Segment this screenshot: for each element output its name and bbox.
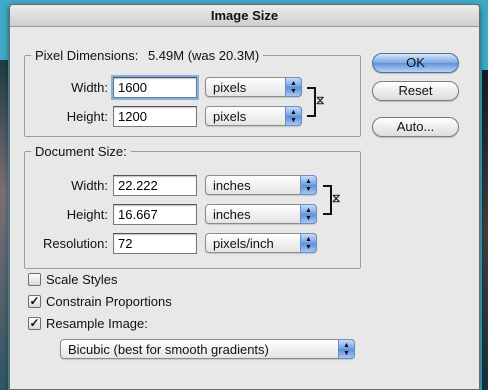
scale-styles-checkbox[interactable] (28, 273, 41, 286)
resample-method-value: Bicubic (best for smooth gradients) (68, 342, 269, 357)
image-size-dialog: Image Size Pixel Dimensions: 5.49M (was … (9, 4, 480, 390)
chain-link-icon: ⧖ (316, 93, 325, 107)
pixel-height-unit-select[interactable]: pixels ▲ ▼ (205, 106, 302, 126)
document-width-field[interactable] (113, 175, 197, 196)
updown-arrows-icon: ▲ ▼ (338, 339, 355, 359)
document-link-bracket (323, 185, 332, 215)
resolution-unit-select[interactable]: pixels/inch ▲ ▼ (205, 233, 317, 253)
dialog-title: Image Size (10, 5, 479, 27)
document-width-unit-select[interactable]: inches ▲ ▼ (205, 175, 317, 195)
resample-method-select[interactable]: Bicubic (best for smooth gradients) ▲ ▼ (60, 339, 355, 359)
document-width-label: Width: (71, 178, 108, 193)
constrain-proportions-label[interactable]: Constrain Proportions (46, 294, 172, 309)
pixel-width-unit-select[interactable]: pixels ▲ ▼ (205, 77, 302, 97)
scale-styles-label[interactable]: Scale Styles (46, 272, 118, 287)
resample-image-checkbox[interactable]: ✓ (28, 317, 41, 330)
reset-button[interactable]: Reset (372, 81, 459, 101)
document-height-unit-select[interactable]: inches ▲ ▼ (205, 204, 317, 224)
background-image-right-edge (482, 70, 488, 390)
ok-button[interactable]: OK (372, 53, 459, 73)
resolution-field[interactable] (113, 233, 197, 254)
resolution-unit-value: pixels/inch (213, 236, 274, 251)
pixel-dimensions-size-info: 5.49M (was 20.3M) (147, 48, 260, 63)
resolution-label: Resolution: (42, 236, 108, 251)
pixel-width-unit-value: pixels (213, 80, 247, 95)
updown-arrows-icon: ▲ ▼ (285, 77, 302, 97)
pixel-height-field[interactable] (113, 106, 197, 127)
document-width-unit-value: inches (213, 178, 251, 193)
updown-arrows-icon: ▲ ▼ (300, 175, 317, 195)
updown-arrows-icon: ▲ ▼ (285, 106, 302, 126)
document-height-label: Height: (66, 207, 108, 222)
document-height-field[interactable] (113, 204, 197, 225)
pixel-link-bracket (307, 87, 316, 117)
pixel-dimensions-title: Pixel Dimensions: (35, 48, 139, 63)
pixel-width-field[interactable] (111, 75, 199, 100)
document-size-title: Document Size: (31, 144, 131, 159)
pixel-height-unit-value: pixels (213, 109, 247, 124)
updown-arrows-icon: ▲ ▼ (300, 233, 317, 253)
resample-image-label[interactable]: Resample Image: (46, 316, 148, 331)
pixel-width-label: Width: (71, 80, 108, 95)
constrain-proportions-checkbox[interactable]: ✓ (28, 295, 41, 308)
auto-button[interactable]: Auto... (372, 117, 459, 137)
background-image-left-edge (0, 60, 8, 390)
updown-arrows-icon: ▲ ▼ (300, 204, 317, 224)
pixel-height-label: Height: (66, 109, 108, 124)
document-height-unit-value: inches (213, 207, 251, 222)
pixel-dimensions-heading: Pixel Dimensions: 5.49M (was 20.3M) (31, 48, 264, 63)
chain-link-icon: ⧖ (332, 191, 341, 205)
